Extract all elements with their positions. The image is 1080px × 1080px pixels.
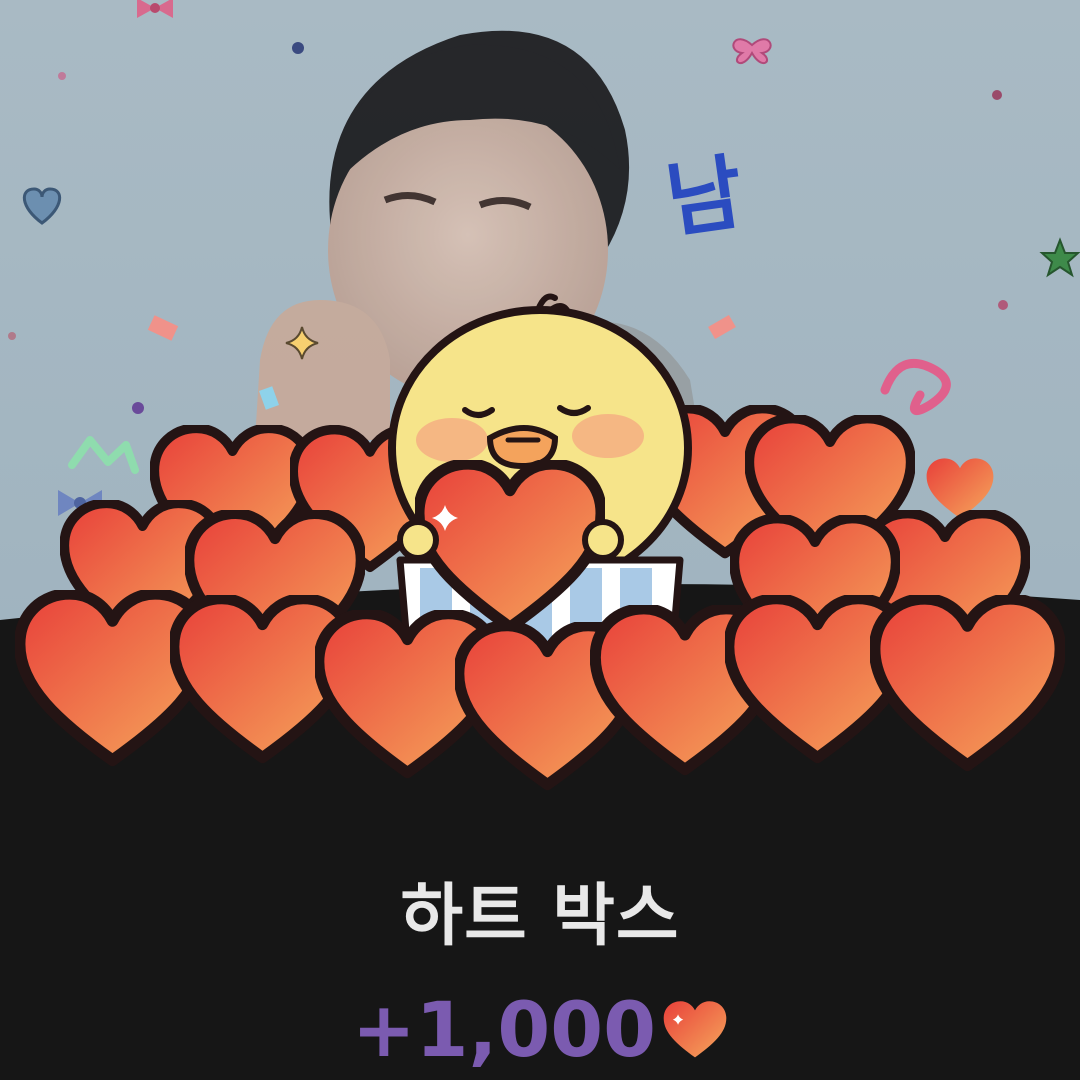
reward-title: 하트 박스 [400, 877, 680, 956]
heart-icon [663, 1001, 727, 1058]
reward-amount: +1,000 [0, 985, 1080, 1075]
reward-amount-value: +1,000 [351, 985, 657, 1074]
name-sticker: 남 [661, 145, 749, 250]
reward-popup: 남 하트 박스 +1,000 [0, 0, 1080, 1080]
